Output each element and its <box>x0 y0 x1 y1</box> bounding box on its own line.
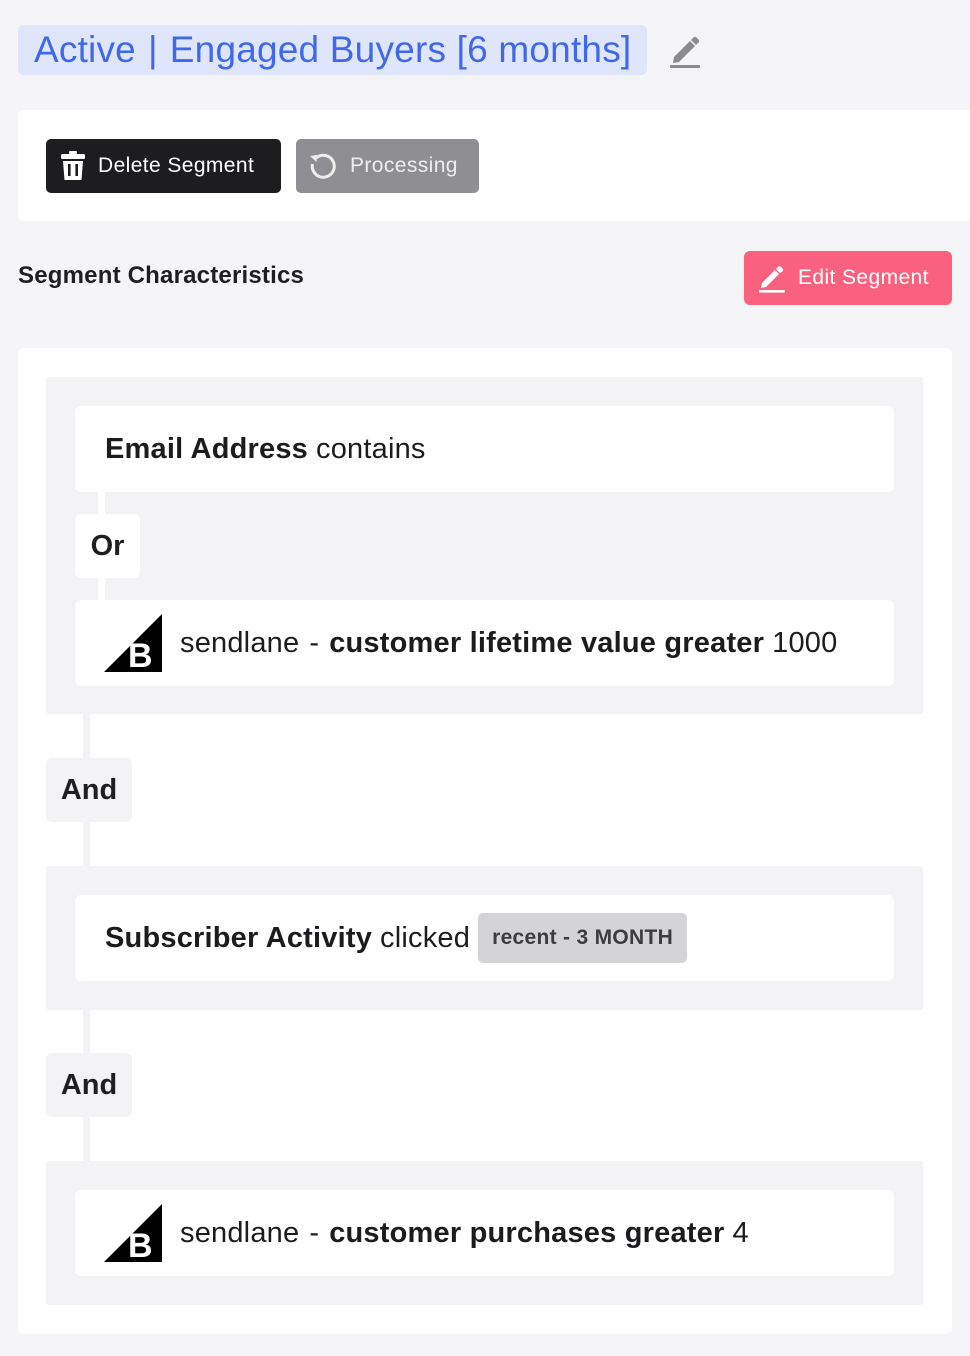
condition-field: Email Address <box>105 432 308 465</box>
delete-segment-button[interactable]: Delete Segment <box>46 139 281 193</box>
pencil-icon <box>758 263 786 293</box>
processing-label: Processing <box>350 154 458 177</box>
segment-characteristics-title: Segment Characteristics <box>18 262 305 289</box>
processing-button[interactable]: Processing <box>296 139 479 193</box>
condition-rule: customer lifetime value greater <box>329 626 765 659</box>
and-joiner: And <box>46 758 132 822</box>
condition-source: sendlane <box>180 1216 300 1249</box>
condition-group-3: B sendlane - customer purchases greater … <box>46 1161 923 1305</box>
edit-segment-label: Edit Segment <box>798 266 929 289</box>
segment-status: Active <box>34 29 136 70</box>
segment-name: Engaged Buyers [6 months] <box>169 29 632 70</box>
title-separator: | <box>147 29 158 70</box>
and-joiner: And <box>46 1053 132 1117</box>
condition-card[interactable]: B sendlane - customer purchases greater … <box>75 1190 894 1276</box>
bigcommerce-logo: B <box>104 614 162 672</box>
bigcommerce-logo: B <box>104 1204 162 1262</box>
time-range-badge: recent - 3 MONTH <box>478 913 688 963</box>
and-joiner-label: And <box>60 773 118 806</box>
conditions-panel: Email Address contains Or B sendlane - c… <box>18 348 952 1334</box>
condition-source: sendlane <box>180 626 300 659</box>
and-joiner-label: And <box>60 1068 118 1101</box>
trash-icon <box>60 151 86 181</box>
condition-value: 4 <box>732 1216 749 1249</box>
condition-dash: - <box>309 1216 320 1249</box>
pencil-icon <box>670 36 701 68</box>
condition-rule: customer purchases greater <box>329 1216 725 1249</box>
segment-actions-panel: Delete Segment Processing <box>18 110 970 221</box>
edit-title-button[interactable] <box>667 30 703 70</box>
condition-operator: clicked <box>380 921 471 954</box>
delete-segment-label: Delete Segment <box>98 154 255 177</box>
or-joiner-label: Or <box>90 529 125 562</box>
or-joiner: Or <box>75 514 140 578</box>
condition-operator: contains <box>316 432 426 465</box>
svg-text:B: B <box>128 637 153 672</box>
condition-card[interactable]: B sendlane - customer lifetime value gre… <box>75 600 894 686</box>
segment-title: Active | Engaged Buyers [6 months] <box>18 25 648 75</box>
condition-group-2: Subscriber Activity clicked recent - 3 M… <box>46 866 923 1010</box>
condition-group-1: Email Address contains Or B sendlane - c… <box>46 377 923 714</box>
condition-card[interactable]: Subscriber Activity clicked recent - 3 M… <box>75 895 894 981</box>
edit-segment-button[interactable]: Edit Segment <box>744 251 952 305</box>
svg-text:B: B <box>128 1227 153 1262</box>
refresh-icon <box>308 151 338 181</box>
segment-header: Active | Engaged Buyers [6 months] <box>18 25 703 75</box>
condition-card[interactable]: Email Address contains <box>75 406 894 492</box>
condition-field: Subscriber Activity <box>105 921 373 954</box>
condition-dash: - <box>309 626 320 659</box>
condition-value: 1000 <box>772 626 838 659</box>
